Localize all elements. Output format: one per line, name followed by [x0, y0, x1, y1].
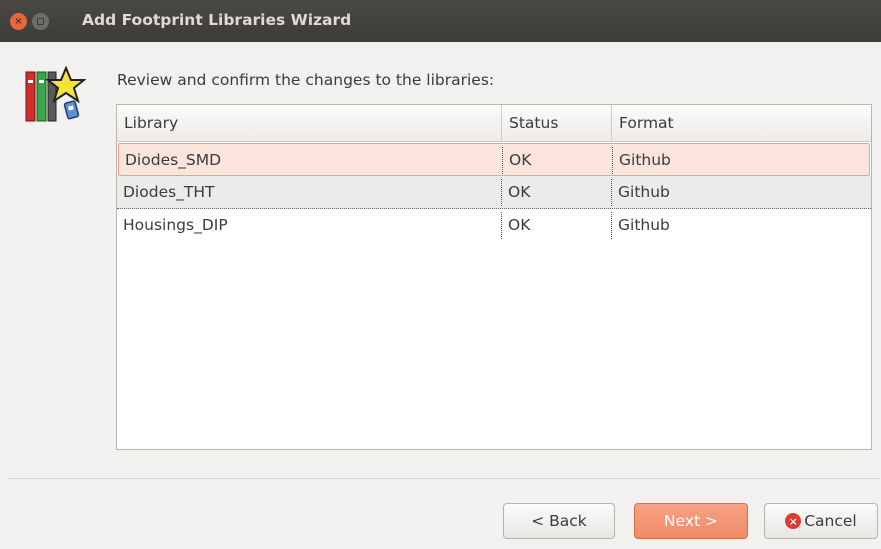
format-cell: Github [611, 179, 871, 206]
table-header: Library Status Format [117, 105, 871, 142]
cancel-button-label: Cancel [804, 512, 857, 530]
library-cell: Diodes_THT [123, 183, 215, 201]
next-button[interactable]: Next > [634, 503, 748, 539]
minimize-icon [37, 18, 44, 25]
library-cell: Diodes_SMD [125, 151, 222, 169]
column-header-format[interactable]: Format [611, 105, 871, 141]
table-row[interactable]: Diodes_THT OK Github [117, 176, 871, 209]
column-header-status[interactable]: Status [501, 105, 611, 141]
table-row[interactable]: Housings_DIP OK Github [117, 209, 871, 242]
library-cell: Housings_DIP [123, 216, 228, 234]
cancel-button[interactable]: × Cancel [764, 503, 878, 539]
next-button-label: Next > [663, 512, 719, 530]
libraries-table[interactable]: Library Status Format Diodes_SMD OK Gith… [116, 104, 872, 450]
status-cell: OK [501, 179, 611, 206]
table-row[interactable]: Diodes_SMD OK Github [118, 143, 870, 176]
status-cell: OK [502, 147, 612, 174]
cancel-icon: × [785, 513, 802, 529]
window-title: Add Footprint Libraries Wizard [82, 11, 352, 29]
review-prompt: Review and confirm the changes to the li… [117, 71, 495, 89]
status-cell: OK [501, 212, 611, 239]
button-area-divider [9, 478, 880, 479]
format-cell: Github [611, 212, 871, 239]
library-star-icon [25, 66, 86, 122]
column-header-library[interactable]: Library [117, 105, 501, 141]
title-bar: × Add Footprint Libraries Wizard [0, 0, 881, 42]
close-window-button[interactable]: × [10, 13, 27, 30]
back-button-label: < Back [531, 512, 587, 530]
format-cell: Github [612, 147, 870, 174]
minimize-window-button[interactable] [32, 13, 49, 30]
back-button[interactable]: < Back [503, 503, 615, 539]
close-icon: × [14, 15, 23, 27]
